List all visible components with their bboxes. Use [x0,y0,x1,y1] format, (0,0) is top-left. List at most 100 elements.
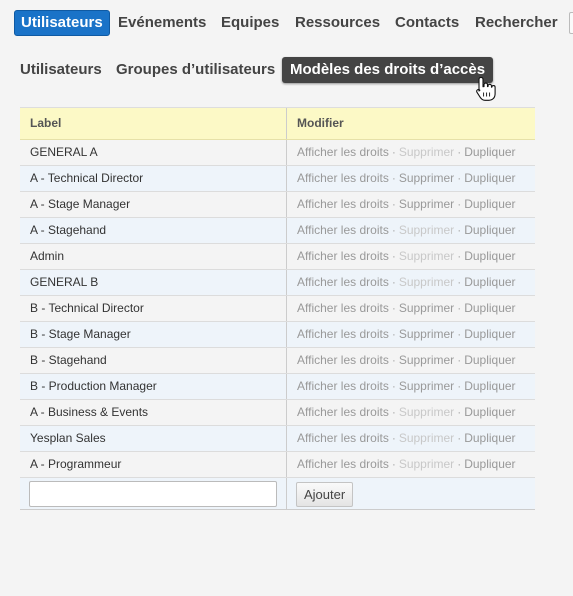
table-row: A - Technical Director Afficher les droit… [20,166,535,192]
row-label: B - Stage Manager [20,322,287,347]
separator: · [391,457,396,471]
view-rights-link[interactable]: Afficher les droits [297,353,389,367]
duplicate-link[interactable]: Dupliquer [464,171,515,185]
row-actions: Afficher les droits · Supprimer · Dupliquer [287,270,535,295]
row-actions: Afficher les droits · Supprimer · Dupliquer [287,374,535,399]
separator: · [457,197,462,211]
header-label: Label [20,108,287,139]
nav-equipes[interactable]: Equipes [221,10,279,36]
table-row: B - Technical Director Afficher les droit… [20,296,535,322]
separator: · [391,431,396,445]
row-actions: Afficher les droits · Supprimer · Dupliquer [287,452,535,477]
delete-link: Supprimer [398,249,455,263]
duplicate-link[interactable]: Dupliquer [464,405,515,419]
duplicate-link[interactable]: Dupliquer [464,379,515,393]
access-templates-table: Label Modifier GENERAL A Afficher les dro… [20,107,535,510]
table-row: B - Stage Manager Afficher les droits · Sup… [20,322,535,348]
row-actions: Afficher les droits · Supprimer · Dupliquer [287,426,535,451]
nav-evenements[interactable]: Evénements [118,10,206,36]
duplicate-link[interactable]: Dupliquer [464,431,515,445]
top-navigation: Utilisateurs Evénements Equipes Ressourc… [0,0,573,46]
duplicate-link[interactable]: Dupliquer [464,275,515,289]
duplicate-link[interactable]: Dupliquer [464,145,515,159]
row-actions: Afficher les droits · Supprimer · Dupliquer [287,348,535,373]
row-label: B - Production Manager [20,374,287,399]
delete-link: Supprimer [398,145,455,159]
view-rights-link[interactable]: Afficher les droits [297,327,389,341]
nav-rechercher[interactable]: Rechercher [475,10,558,36]
table-header: Label Modifier [20,108,535,140]
separator: · [391,223,396,237]
duplicate-link[interactable]: Dupliquer [464,223,515,237]
row-label: GENERAL B [20,270,287,295]
separator: · [457,327,462,341]
separator: · [391,249,396,263]
row-actions: Afficher les droits · Supprimer · Dupliquer [287,140,535,165]
delete-link[interactable]: Supprimer [399,301,454,315]
separator: · [457,301,462,315]
row-actions: Afficher les droits · Supprimer · Dupliquer [287,400,535,425]
table-row: A - Business & Events Afficher les droits… [20,400,535,426]
delete-link[interactable]: Supprimer [399,379,454,393]
nav-contacts[interactable]: Contacts [395,10,459,36]
view-rights-link[interactable]: Afficher les droits [297,431,389,445]
row-label: B - Technical Director [20,296,287,321]
view-rights-link[interactable]: Afficher les droits [297,249,389,263]
add-button[interactable]: Ajouter [296,482,354,507]
duplicate-link[interactable]: Dupliquer [464,197,515,211]
view-rights-link[interactable]: Afficher les droits [297,145,389,159]
table-row: A - Programmeur Afficher les droits · Suppr… [20,452,535,478]
separator: · [391,171,396,185]
duplicate-link[interactable]: Dupliquer [464,249,515,263]
row-label: Yesplan Sales [20,426,287,451]
delete-link: Supprimer [398,457,455,471]
view-rights-link[interactable]: Afficher les droits [297,457,389,471]
delete-link[interactable]: Supprimer [399,171,454,185]
delete-link[interactable]: Supprimer [399,197,454,211]
subnav-modeles-droits[interactable]: Modèles des droits d’accès [282,57,494,83]
view-rights-link[interactable]: Afficher les droits [297,197,389,211]
separator: · [457,171,462,185]
duplicate-link[interactable]: Dupliquer [464,353,515,367]
row-label: Admin [20,244,287,269]
view-rights-link[interactable]: Afficher les droits [297,275,389,289]
nav-overflow-edge [569,12,573,34]
separator: · [457,145,462,159]
separator: · [457,457,462,471]
separator: · [457,249,462,263]
new-template-input[interactable] [29,481,277,507]
view-rights-link[interactable]: Afficher les droits [297,171,389,185]
row-actions: Afficher les droits · Supprimer · Dupliquer [287,322,535,347]
separator: · [391,379,396,393]
row-actions: Afficher les droits · Supprimer · Dupliquer [287,218,535,243]
duplicate-link[interactable]: Dupliquer [464,301,515,315]
separator: · [391,353,396,367]
duplicate-link[interactable]: Dupliquer [464,457,515,471]
separator: · [457,353,462,367]
row-actions: Afficher les droits · Supprimer · Dupliquer [287,244,535,269]
view-rights-link[interactable]: Afficher les droits [297,405,389,419]
new-template-row: Ajouter [20,478,535,510]
nav-ressources[interactable]: Ressources [295,10,380,36]
row-actions: Afficher les droits · Supprimer · Dupliquer [287,192,535,217]
view-rights-link[interactable]: Afficher les droits [297,379,389,393]
row-label: A - Technical Director [20,166,287,191]
table-row: Yesplan Sales Afficher les droits · Supprim… [20,426,535,452]
view-rights-link[interactable]: Afficher les droits [297,223,389,237]
delete-link[interactable]: Supprimer [399,353,454,367]
duplicate-link[interactable]: Dupliquer [464,327,515,341]
separator: · [391,145,396,159]
subnav-utilisateurs[interactable]: Utilisateurs [20,57,102,83]
view-rights-link[interactable]: Afficher les droits [297,301,389,315]
delete-link: Supprimer [398,431,455,445]
row-label: A - Business & Events [20,400,287,425]
subnav-groupes[interactable]: Groupes d’utilisateurs [116,57,275,83]
separator: · [457,405,462,419]
row-label: GENERAL A [20,140,287,165]
hand-cursor-icon [476,76,496,101]
separator: · [391,197,396,211]
nav-utilisateurs[interactable]: Utilisateurs [14,10,110,36]
delete-link[interactable]: Supprimer [399,327,454,341]
header-modify: Modifier [297,116,344,130]
table-row: GENERAL A Afficher les droits · Supprimer · D… [20,140,535,166]
